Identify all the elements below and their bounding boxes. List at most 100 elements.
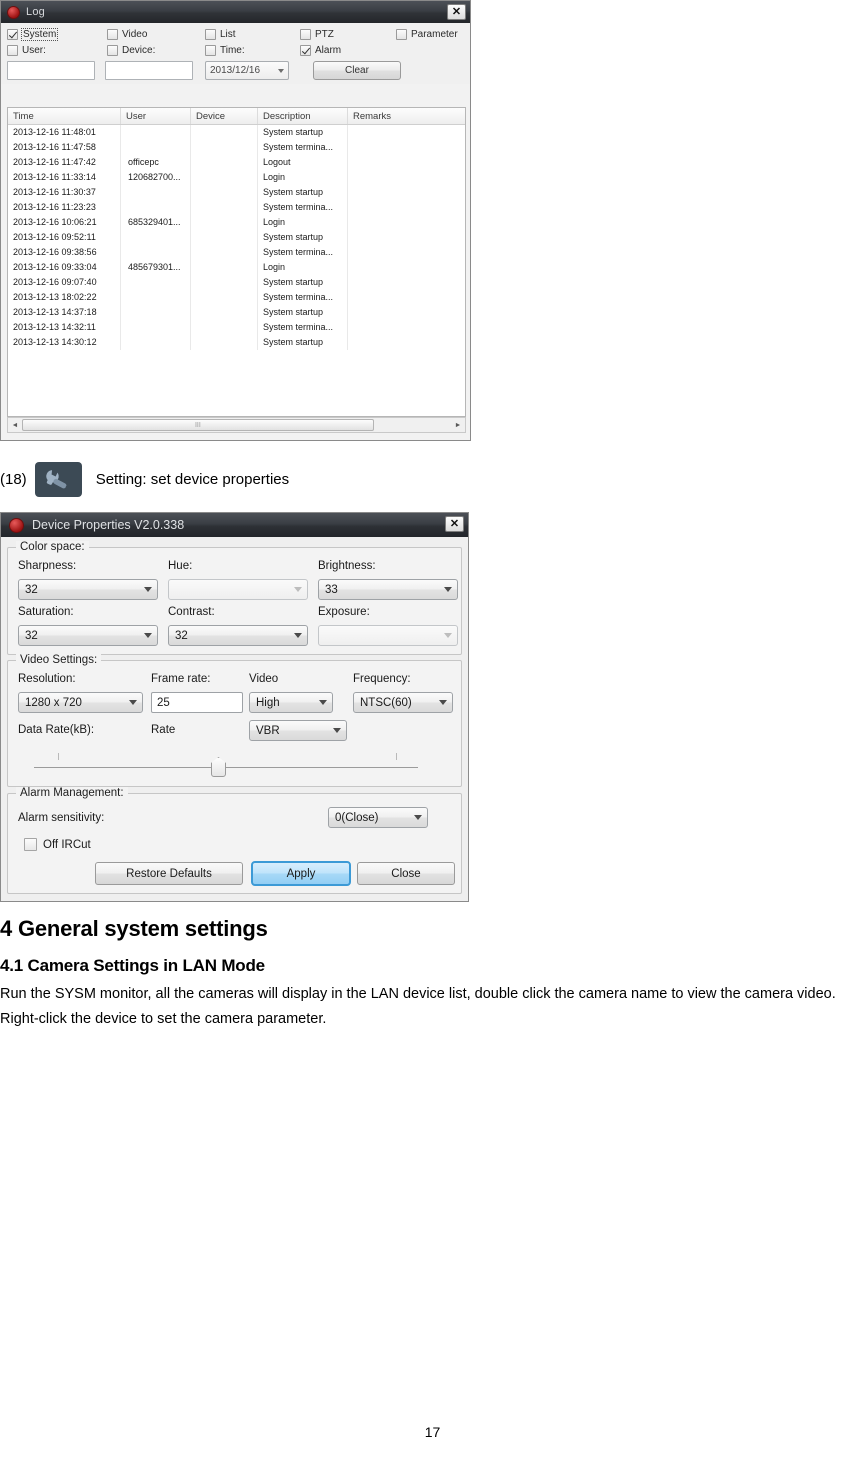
cell-user — [121, 290, 191, 305]
cell-description: System startup — [258, 185, 348, 200]
checkbox-time[interactable]: Time: — [205, 45, 300, 56]
checkbox-ptz[interactable]: PTZ — [300, 29, 396, 40]
checkbox-label: Video — [122, 29, 148, 40]
table-row[interactable]: 2013-12-16 09:52:11 System startup — [8, 230, 465, 245]
column-header-description[interactable]: Description — [258, 108, 348, 124]
figure-caption-18: (18) Setting: set device properties — [0, 462, 520, 497]
column-header-time[interactable]: Time — [8, 108, 121, 124]
app-circle-icon — [9, 517, 24, 533]
log-filter-inputs-row: 2013/12/16 Clear — [7, 61, 464, 80]
frequency-select[interactable]: NTSC(60) — [353, 692, 453, 713]
exposure-select[interactable] — [318, 625, 458, 646]
video-quality-select[interactable]: High — [249, 692, 333, 713]
table-row[interactable]: 2013-12-13 14:32:11 System termina... — [8, 320, 465, 335]
section-heading-4: 4 General system settings — [0, 916, 268, 941]
cell-user: 120682700... — [121, 170, 191, 185]
table-row[interactable]: 2013-12-16 11:33:14 120682700... Login — [8, 170, 465, 185]
column-header-device[interactable]: Device — [191, 108, 258, 124]
checkbox-parameter[interactable]: Parameter — [396, 29, 458, 40]
chevron-down-icon — [439, 700, 447, 705]
scroll-right-arrow-icon[interactable]: ► — [451, 418, 465, 432]
close-button[interactable]: Close — [357, 862, 455, 885]
checkbox-system[interactable]: System — [7, 28, 107, 41]
datarate-label: Data Rate(kB): — [18, 724, 95, 736]
data-rate-slider[interactable] — [26, 749, 446, 779]
table-row[interactable]: 2013-12-16 11:47:42 officepc Logout — [8, 155, 465, 170]
cell-device — [191, 185, 258, 200]
close-icon[interactable]: ✕ — [445, 516, 464, 532]
scrollbar-thumb[interactable]: III — [22, 419, 374, 431]
cell-time: 2013-12-16 09:07:40 — [8, 275, 121, 290]
column-header-remarks[interactable]: Remarks — [348, 108, 465, 124]
user-filter-input[interactable] — [7, 61, 95, 80]
cell-remarks — [348, 260, 465, 275]
document-body: 4 General system settings 4.1 Camera Set… — [0, 916, 865, 1032]
table-row[interactable]: 2013-12-16 09:07:40 System startup — [8, 275, 465, 290]
contrast-select[interactable]: 32 — [168, 625, 308, 646]
checkbox-video[interactable]: Video — [107, 29, 205, 40]
sharpness-label: Sharpness: — [18, 560, 77, 572]
cell-description: System termina... — [258, 245, 348, 260]
hue-label: Hue: — [168, 560, 193, 572]
cell-device — [191, 215, 258, 230]
checkbox-label: Off IRCut — [43, 838, 91, 851]
hue-select[interactable] — [168, 579, 308, 600]
column-header-user[interactable]: User — [121, 108, 191, 124]
checkbox-box — [300, 45, 311, 56]
table-row[interactable]: 2013-12-16 11:23:23 System termina... — [8, 200, 465, 215]
cell-user — [121, 320, 191, 335]
sharpness-select[interactable]: 32 — [18, 579, 158, 600]
table-row[interactable]: 2013-12-13 14:37:18 System startup — [8, 305, 465, 320]
table-row[interactable]: 2013-12-13 18:02:22 System termina... — [8, 290, 465, 305]
cell-remarks — [348, 335, 465, 350]
alarm-sensitivity-select[interactable]: 0(Close) — [328, 807, 428, 828]
caption-text: Setting: set device properties — [95, 471, 290, 488]
brightness-select[interactable]: 33 — [318, 579, 458, 600]
date-picker[interactable]: 2013/12/16 — [205, 61, 289, 80]
restore-defaults-button[interactable]: Restore Defaults — [95, 862, 243, 885]
table-row[interactable]: 2013-12-16 10:06:21 685329401... Login — [8, 215, 465, 230]
checkbox-off-ircut[interactable]: Off IRCut — [24, 838, 91, 851]
apply-button[interactable]: Apply — [251, 861, 351, 886]
checkbox-alarm[interactable]: Alarm — [300, 45, 341, 56]
exposure-label: Exposure: — [318, 606, 370, 618]
horizontal-scrollbar[interactable]: ◄ III ► — [7, 417, 466, 433]
wrench-icon — [34, 462, 82, 497]
rate-select[interactable]: VBR — [249, 720, 347, 741]
framerate-input[interactable]: 25 — [151, 692, 243, 713]
clear-button[interactable]: Clear — [313, 61, 401, 80]
scroll-left-arrow-icon[interactable]: ◄ — [8, 418, 22, 432]
table-row[interactable]: 2013-12-16 09:33:04 485679301... Login — [8, 260, 465, 275]
brightness-value: 33 — [325, 583, 338, 596]
cell-remarks — [348, 245, 465, 260]
checkbox-box — [300, 29, 311, 40]
table-row[interactable]: 2013-12-16 11:48:01 System startup — [8, 125, 465, 140]
chevron-down-icon — [414, 815, 422, 820]
table-row[interactable]: 2013-12-16 11:30:37 System startup — [8, 185, 465, 200]
color-space-group-label: Color space: — [16, 541, 89, 553]
slider-thumb[interactable] — [211, 757, 226, 777]
slider-tick-min — [58, 753, 59, 760]
saturation-label: Saturation: — [18, 606, 74, 618]
saturation-select[interactable]: 32 — [18, 625, 158, 646]
color-space-group: Color space: Sharpness: 32 Hue: Brightne… — [7, 541, 462, 655]
close-icon[interactable]: ✕ — [447, 4, 466, 20]
checkbox-box — [205, 45, 216, 56]
checkbox-box — [396, 29, 407, 40]
frequency-label: Frequency: — [353, 673, 411, 685]
resolution-select[interactable]: 1280 x 720 — [18, 692, 143, 713]
table-row[interactable]: 2013-12-16 11:47:58 System termina... — [8, 140, 465, 155]
scrollbar-track[interactable]: III — [22, 418, 451, 432]
checkbox-user[interactable]: User: — [7, 45, 107, 56]
device-filter-input[interactable] — [105, 61, 193, 80]
cell-device — [191, 275, 258, 290]
table-row[interactable]: 2013-12-16 09:38:56 System termina... — [8, 245, 465, 260]
checkbox-list[interactable]: List — [205, 29, 300, 40]
frequency-value: NTSC(60) — [360, 696, 412, 709]
device-properties-title: Device Properties V2.0.338 — [32, 518, 185, 532]
table-row[interactable]: 2013-12-13 14:30:12 System startup — [8, 335, 465, 350]
cell-time: 2013-12-16 11:48:01 — [8, 125, 121, 140]
cell-user — [121, 275, 191, 290]
paragraph-1: Run the SYSM monitor, all the cameras wi… — [0, 986, 836, 1002]
checkbox-device[interactable]: Device: — [107, 45, 205, 56]
